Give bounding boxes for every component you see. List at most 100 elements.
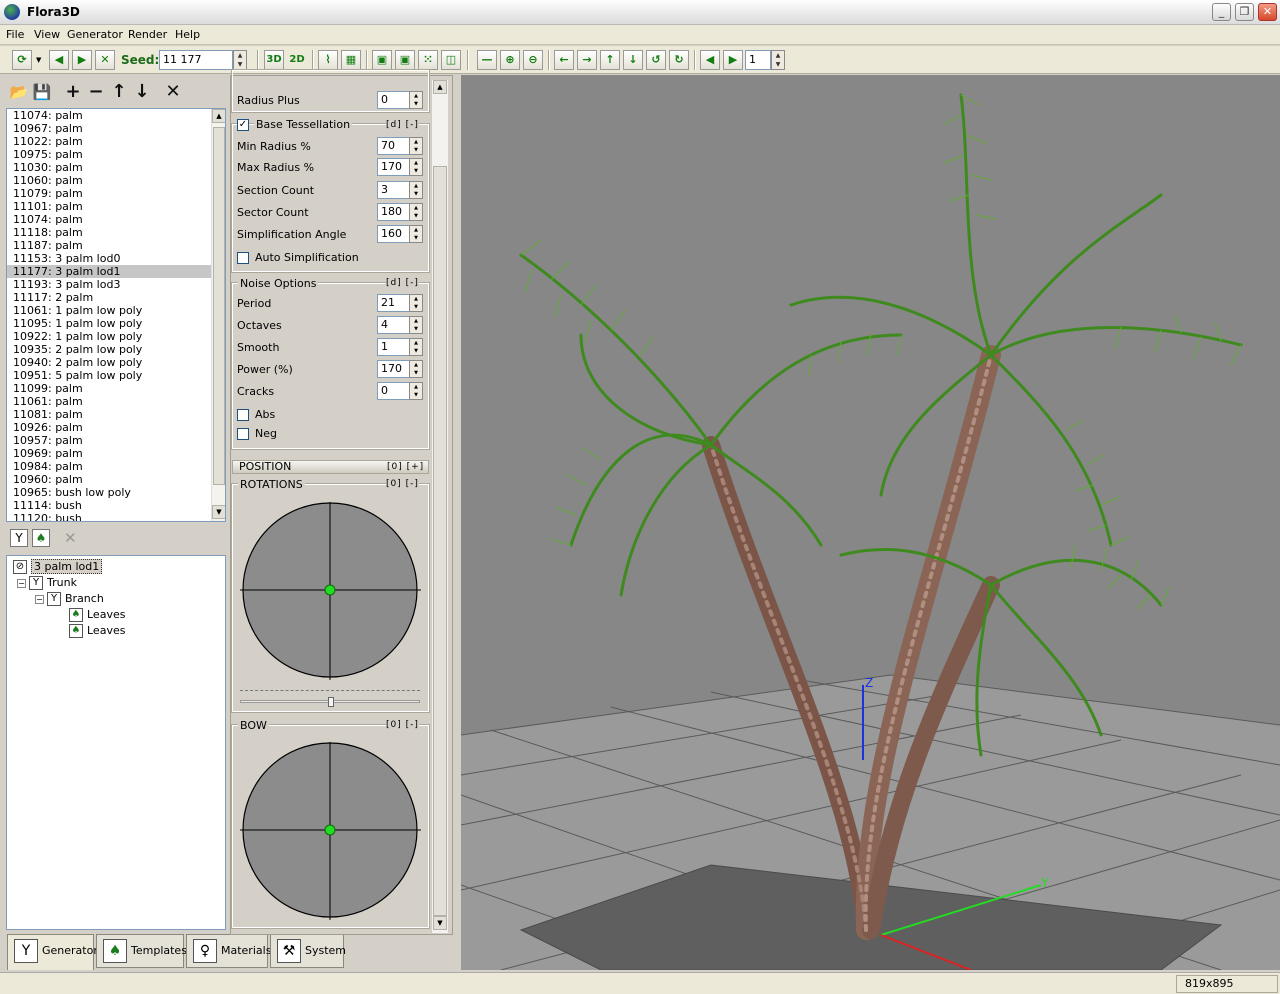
tab-templates[interactable]: ♠ Templates bbox=[96, 934, 187, 968]
list-item[interactable]: 10926: palm bbox=[7, 421, 211, 434]
reset-seed-icon[interactable]: ✕ bbox=[95, 50, 115, 70]
list-item[interactable]: 11030: palm bbox=[7, 161, 211, 174]
leaves-add-icon[interactable]: ♠ bbox=[32, 529, 50, 547]
list-item[interactable]: 11117: 2 palm bbox=[7, 291, 211, 304]
tree-node-root[interactable]: ⊘ 3 palm lod1 bbox=[13, 559, 103, 575]
list-item[interactable]: 11074: palm bbox=[7, 109, 211, 122]
position-header[interactable]: POSITION [0] [+] bbox=[232, 460, 429, 474]
preset-list-scrollbar[interactable]: ▲ ▼ bbox=[211, 109, 225, 521]
menu-help[interactable]: Help bbox=[175, 28, 200, 41]
open-folder-icon[interactable]: 📂 bbox=[8, 80, 30, 104]
auto-simplification-checkbox[interactable] bbox=[237, 252, 249, 264]
radius-plus-stepper[interactable]: ▲ ▼ bbox=[409, 91, 423, 109]
rotations-controls[interactable]: [0] [-] bbox=[386, 479, 419, 489]
base-tessellation-controls[interactable]: [d] [-] bbox=[386, 120, 419, 130]
simplification-angle-input[interactable]: 160 bbox=[377, 225, 410, 243]
list-item[interactable]: 10957: palm bbox=[7, 434, 211, 447]
rotate-right-icon[interactable]: ↻ bbox=[669, 50, 689, 70]
frame-input[interactable]: 1 bbox=[745, 50, 771, 70]
list-item[interactable]: 10922: 1 palm low poly bbox=[7, 330, 211, 343]
zoom-in-icon[interactable]: ⊕ bbox=[500, 50, 520, 70]
min-radius-stepper[interactable]: ▲ ▼ bbox=[409, 137, 423, 155]
grid-icon[interactable]: ▦ bbox=[341, 50, 361, 70]
sector-count-stepper[interactable]: ▲ ▼ bbox=[409, 203, 423, 221]
list-item[interactable]: 10967: palm bbox=[7, 122, 211, 135]
list-item[interactable]: 10965: bush low poly bbox=[7, 486, 211, 499]
scroll-thumb[interactable] bbox=[213, 127, 225, 485]
scroll-up-icon[interactable]: ▲ bbox=[212, 109, 225, 123]
list-item[interactable]: 11153: 3 palm lod0 bbox=[7, 252, 211, 265]
sector-count-input[interactable]: 180 bbox=[377, 203, 410, 221]
3d-viewport[interactable]: Z Y bbox=[461, 75, 1280, 970]
menu-file[interactable]: File bbox=[6, 28, 24, 41]
box-view-icon[interactable]: ▣ bbox=[372, 50, 392, 70]
collapse-icon[interactable]: − bbox=[35, 594, 44, 604]
list-item[interactable]: 11187: palm bbox=[7, 239, 211, 252]
menu-generator[interactable]: Generator bbox=[67, 28, 123, 41]
move-up-icon[interactable]: ↑ bbox=[108, 80, 130, 104]
list-item[interactable]: 11193: 3 palm lod3 bbox=[7, 278, 211, 291]
bow-pad[interactable] bbox=[238, 740, 424, 922]
next-seed-icon[interactable]: ▶ bbox=[72, 50, 92, 70]
rotations-pad[interactable] bbox=[238, 500, 424, 682]
scroll-down-icon[interactable]: ▼ bbox=[433, 916, 447, 930]
list-item[interactable]: 10984: palm bbox=[7, 460, 211, 473]
view-3d-button[interactable]: 3D bbox=[264, 50, 284, 70]
remove-icon[interactable]: − bbox=[85, 80, 107, 104]
points-view-icon[interactable]: ⁙ bbox=[418, 50, 438, 70]
list-item[interactable]: 11079: palm bbox=[7, 187, 211, 200]
box-solid-icon[interactable]: ▣ bbox=[395, 50, 415, 70]
list-item[interactable]: 11177: 3 palm lod1 bbox=[7, 265, 211, 278]
tab-generator[interactable]: Y Generator bbox=[7, 934, 98, 970]
list-item[interactable]: 11081: palm bbox=[7, 408, 211, 421]
section-count-stepper[interactable]: ▲ ▼ bbox=[409, 181, 423, 199]
move-down-icon[interactable]: ↓ bbox=[623, 50, 643, 70]
list-item[interactable]: 10969: palm bbox=[7, 447, 211, 460]
list-item[interactable]: 11060: palm bbox=[7, 174, 211, 187]
tree-node-branch[interactable]: − Y Branch bbox=[35, 591, 104, 607]
scroll-down-icon[interactable]: ▼ bbox=[212, 505, 225, 519]
rotations-slider-track[interactable] bbox=[240, 690, 420, 696]
tree-node-trunk[interactable]: − Y Trunk bbox=[17, 575, 77, 591]
zoom-fit-icon[interactable]: — bbox=[477, 50, 497, 70]
max-radius-input[interactable]: 170 bbox=[377, 158, 410, 176]
scroll-up-icon[interactable]: ▲ bbox=[433, 80, 447, 94]
list-item[interactable]: 11061: 1 palm low poly bbox=[7, 304, 211, 317]
branch-add-icon[interactable]: Y bbox=[10, 529, 28, 547]
property-scrollbar[interactable]: ▲ ▼ bbox=[431, 80, 448, 933]
section-count-input[interactable]: 3 bbox=[377, 181, 410, 199]
position-controls[interactable]: [0] [+] bbox=[387, 461, 424, 473]
list-item[interactable]: 11101: palm bbox=[7, 200, 211, 213]
frame-view-icon[interactable]: ◫ bbox=[441, 50, 461, 70]
scroll-thumb[interactable] bbox=[433, 166, 447, 916]
restore-button[interactable]: ❐ bbox=[1235, 3, 1254, 21]
smooth-input[interactable]: 1 bbox=[377, 338, 410, 356]
period-input[interactable]: 21 bbox=[377, 294, 410, 312]
next-frame-icon[interactable]: ▶ bbox=[723, 50, 743, 70]
neg-checkbox[interactable] bbox=[237, 428, 249, 440]
seed-input[interactable]: 11 177 bbox=[159, 50, 233, 70]
delete-icon[interactable]: ✕ bbox=[162, 80, 184, 104]
list-item[interactable]: 11118: palm bbox=[7, 226, 211, 239]
prev-seed-icon[interactable]: ◀ bbox=[49, 50, 69, 70]
list-item[interactable]: 11061: palm bbox=[7, 395, 211, 408]
prev-frame-icon[interactable]: ◀ bbox=[700, 50, 720, 70]
list-item[interactable]: 10940: 2 palm low poly bbox=[7, 356, 211, 369]
tab-system[interactable]: ⚒ System bbox=[270, 934, 346, 968]
bow-controls[interactable]: [0] [-] bbox=[386, 720, 419, 730]
period-stepper[interactable]: ▲ ▼ bbox=[409, 294, 423, 312]
tree-node-leaves[interactable]: ♠ Leaves bbox=[69, 623, 125, 639]
bow-pad-handle[interactable] bbox=[324, 824, 336, 836]
seed-stepper[interactable]: ▲ ▼ bbox=[233, 50, 247, 70]
add-icon[interactable]: + bbox=[62, 80, 84, 104]
noise-options-controls[interactable]: [d] [-] bbox=[386, 278, 419, 288]
frame-stepper[interactable]: ▲ ▼ bbox=[771, 50, 785, 70]
base-tessellation-checkbox[interactable]: ✓ bbox=[237, 119, 249, 131]
list-item[interactable]: 10951: 5 palm low poly bbox=[7, 369, 211, 382]
list-item[interactable]: 11099: palm bbox=[7, 382, 211, 395]
tab-materials[interactable]: ♀ Materials bbox=[186, 934, 271, 968]
rotations-pad-handle[interactable] bbox=[324, 584, 336, 596]
move-left-icon[interactable]: ← bbox=[554, 50, 574, 70]
list-item[interactable]: 10975: palm bbox=[7, 148, 211, 161]
delete-node-icon[interactable]: ✕ bbox=[64, 529, 77, 547]
